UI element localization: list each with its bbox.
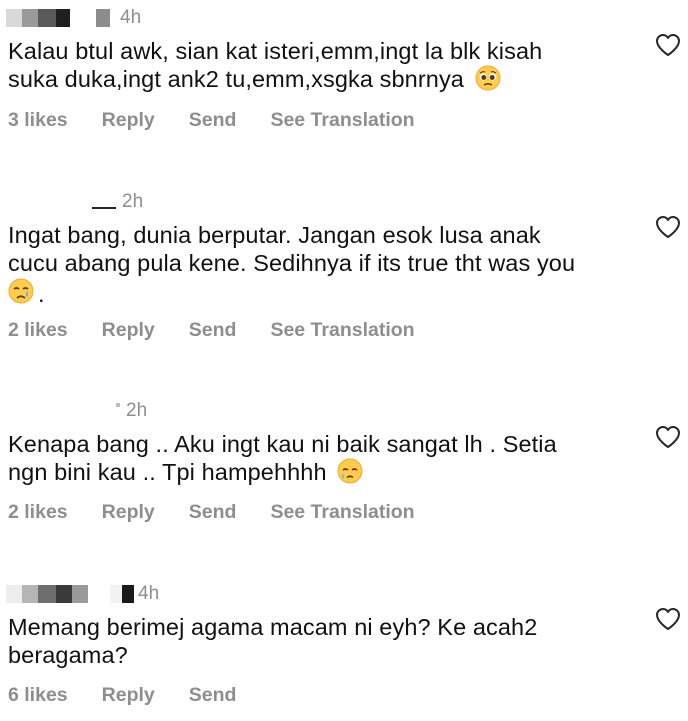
send-button[interactable]: Send <box>189 501 237 524</box>
heart-outline-icon[interactable] <box>655 607 681 631</box>
reply-button[interactable]: Reply <box>102 684 155 707</box>
comment-meta: 4h <box>6 8 141 28</box>
username-redacted[interactable] <box>6 401 120 421</box>
reply-button[interactable]: Reply <box>102 319 155 342</box>
username-redacted[interactable] <box>6 585 134 603</box>
username-redacted[interactable] <box>6 9 110 27</box>
pleading-face-emoji-icon <box>475 65 501 97</box>
send-button[interactable]: Send <box>189 684 237 707</box>
likes-count[interactable]: 2 likes <box>8 319 68 342</box>
comment-time: 2h <box>126 400 148 421</box>
likes-count[interactable]: 2 likes <box>8 501 68 524</box>
see-translation-button[interactable]: See Translation <box>270 109 414 132</box>
comment-body: Kalau btul awk, sian kat isteri,emm,ingt… <box>8 38 543 92</box>
likes-count[interactable]: 6 likes <box>8 684 68 707</box>
reply-button[interactable]: Reply <box>102 501 155 524</box>
comment-actions: 2 likes Reply Send See Translation <box>8 500 449 524</box>
likes-count[interactable]: 3 likes <box>8 109 68 132</box>
comment-text: Memang berimej agama macam ni eyh? Ke ac… <box>8 613 628 669</box>
comment-time: 2h <box>122 191 144 212</box>
send-button[interactable]: Send <box>189 319 237 342</box>
comment-body: Kenapa bang .. Aku ingt kau ni baik sang… <box>8 431 557 485</box>
comment-time: 4h <box>120 7 142 28</box>
comment-meta: 2h <box>6 401 147 421</box>
see-translation-button[interactable]: See Translation <box>270 501 414 524</box>
face-holding-back-tears-emoji-icon <box>337 458 363 490</box>
comment-actions: 3 likes Reply Send See Translation <box>8 108 449 132</box>
comment-text: Ingat bang, dunia berputar. Jangan esok … <box>8 221 628 277</box>
username-redacted[interactable] <box>6 192 116 212</box>
see-translation-button[interactable]: See Translation <box>270 319 414 342</box>
crying-face-emoji-icon <box>8 278 34 310</box>
comment-actions: 2 likes Reply Send See Translation <box>8 318 449 342</box>
heart-outline-icon[interactable] <box>655 215 681 239</box>
send-button[interactable]: Send <box>189 109 237 132</box>
comment-meta: 4h <box>6 584 159 604</box>
heart-outline-icon[interactable] <box>655 425 681 449</box>
reply-button[interactable]: Reply <box>102 109 155 132</box>
comment-text: Kenapa bang .. Aku ingt kau ni baik sang… <box>8 430 628 490</box>
comment-time: 4h <box>138 583 160 604</box>
comment-body: Memang berimej agama macam ni eyh? Ke ac… <box>8 614 538 668</box>
comment-trailing: . <box>38 280 45 307</box>
comment-text-tail: . <box>8 278 45 310</box>
comment-text: Kalau btul awk, sian kat isteri,emm,ingt… <box>8 37 628 97</box>
comment-meta: 2h <box>6 192 143 212</box>
heart-outline-icon[interactable] <box>655 33 681 57</box>
comment-body: Ingat bang, dunia berputar. Jangan esok … <box>8 222 576 276</box>
comment-actions: 6 likes Reply Send <box>8 683 270 707</box>
